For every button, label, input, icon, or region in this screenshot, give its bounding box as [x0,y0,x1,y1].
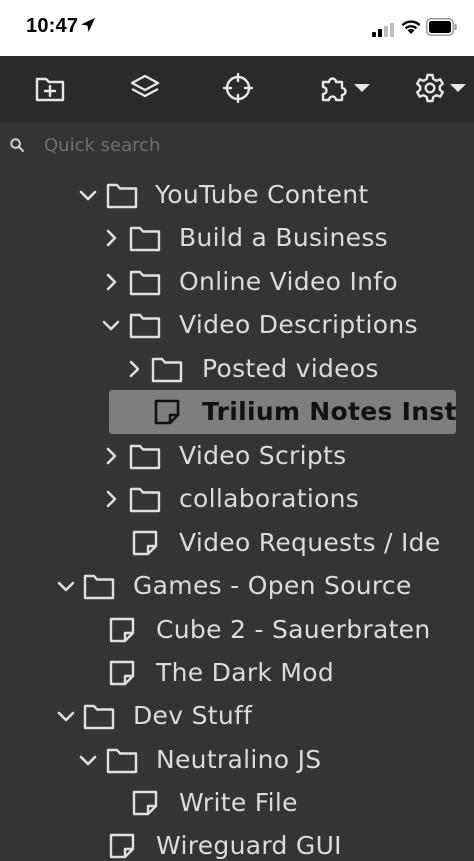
tree-item-posted-videos[interactable]: Posted videos [0,349,474,389]
note-icon [132,790,158,816]
chevron-right-icon[interactable] [102,273,120,291]
chevron-right-icon[interactable] [125,360,143,378]
chevron-down-icon[interactable] [57,707,75,725]
tree-item-label: collaborations [179,484,360,513]
tree-item-youtube-content[interactable]: YouTube Content [0,175,474,215]
tree-item-label: YouTube Content [155,180,369,209]
note-icon [109,617,135,643]
search-icon [10,137,24,156]
quick-search [0,122,474,166]
tree-item-label: Build a Business [179,223,389,252]
puzzle-icon [321,77,347,102]
chevron-right-icon[interactable] [102,447,120,465]
folder-icon [129,487,161,513]
tree-item-label: Dev Stuff [133,701,253,730]
chevron-right-icon[interactable] [102,229,120,247]
folder-icon [106,748,138,774]
caret-down-icon [354,84,370,92]
chevron-down-icon[interactable] [79,751,97,769]
battery-icon [426,18,458,40]
status-bar: 10:47 [0,0,474,56]
tree-item-the-dark-mod[interactable]: The Dark Mod [0,653,474,693]
scroll-to-active-button[interactable] [222,70,254,106]
gear-icon [416,73,444,103]
tree-item-trilium-notes-active[interactable]: Trilium Notes Insta [0,390,474,434]
tree-item-label: Trilium Notes Insta [202,397,456,426]
tree-toolbar [0,56,474,122]
tree-item-video-requests[interactable]: Video Requests / Ide [0,523,474,563]
crosshair-icon [222,72,254,104]
folder-icon [106,183,138,209]
tree-item-label: Online Video Info [179,267,398,296]
note-icon [109,833,135,859]
tree-item-dev-stuff[interactable]: Dev Stuff [0,696,474,736]
tree-item-label: Video Scripts [179,441,347,470]
note-icon [132,530,158,556]
new-note-button[interactable] [34,70,66,106]
tree-item-collaborations[interactable]: collaborations [0,479,474,519]
collapse-tree-icon [130,74,160,98]
tree-item-games-open-source[interactable]: Games - Open Source [0,566,474,606]
tree-item-label: Write File [179,788,298,817]
chevron-down-icon[interactable] [57,577,75,595]
folder-icon [129,444,161,470]
tree-item-cube-2[interactable]: Cube 2 - Sauerbraten [0,610,474,650]
chevron-down-icon[interactable] [102,316,120,334]
tree-item-neutralino-js[interactable]: Neutralino JS [0,740,474,780]
tree-item-online-video-info[interactable]: Online Video Info [0,262,474,302]
tree-item-label: Games - Open Source [133,571,412,600]
collapse-tree-button[interactable] [129,70,161,106]
location-arrow-icon [80,17,96,37]
tree-item-label: Video Requests / Ide [179,528,441,557]
tree-item-video-descriptions[interactable]: Video Descriptions [0,305,474,345]
tree-item-wireguard-gui[interactable]: Wireguard GUI [0,826,474,861]
tree-item-label: Video Descriptions [179,310,418,339]
search-input[interactable] [36,131,464,159]
folder-icon [129,270,161,296]
settings-menu-button[interactable] [414,70,467,106]
folder-icon [129,226,161,252]
chevron-down-icon[interactable] [79,186,97,204]
folder-icon [83,704,115,730]
folder-icon [83,574,115,600]
folder-icon [151,357,183,383]
folder-icon [129,313,161,339]
tree-item-video-scripts[interactable]: Video Scripts [0,436,474,476]
note-tree: YouTube Content Build a Business Online … [0,166,474,861]
tree-item-label: Neutralino JS [156,745,322,774]
tree-item-write-file[interactable]: Write File [0,783,474,823]
cellular-signal-icon [372,22,394,41]
tree-item-label: Posted videos [202,354,379,383]
chevron-right-icon[interactable] [102,490,120,508]
note-icon [154,399,180,425]
new-note-icon [35,77,65,102]
tree-item-label: Cube 2 - Sauerbraten [156,615,431,644]
tree-item-label: Wireguard GUI [156,831,342,860]
caret-down-icon [450,84,466,92]
tree-item-label: The Dark Mod [156,658,335,687]
wifi-icon [400,19,422,39]
note-icon [109,660,135,686]
plugins-menu-button[interactable] [318,70,371,106]
status-time: 10:47 [26,15,79,37]
tree-item-build-a-business[interactable]: Build a Business [0,218,474,258]
